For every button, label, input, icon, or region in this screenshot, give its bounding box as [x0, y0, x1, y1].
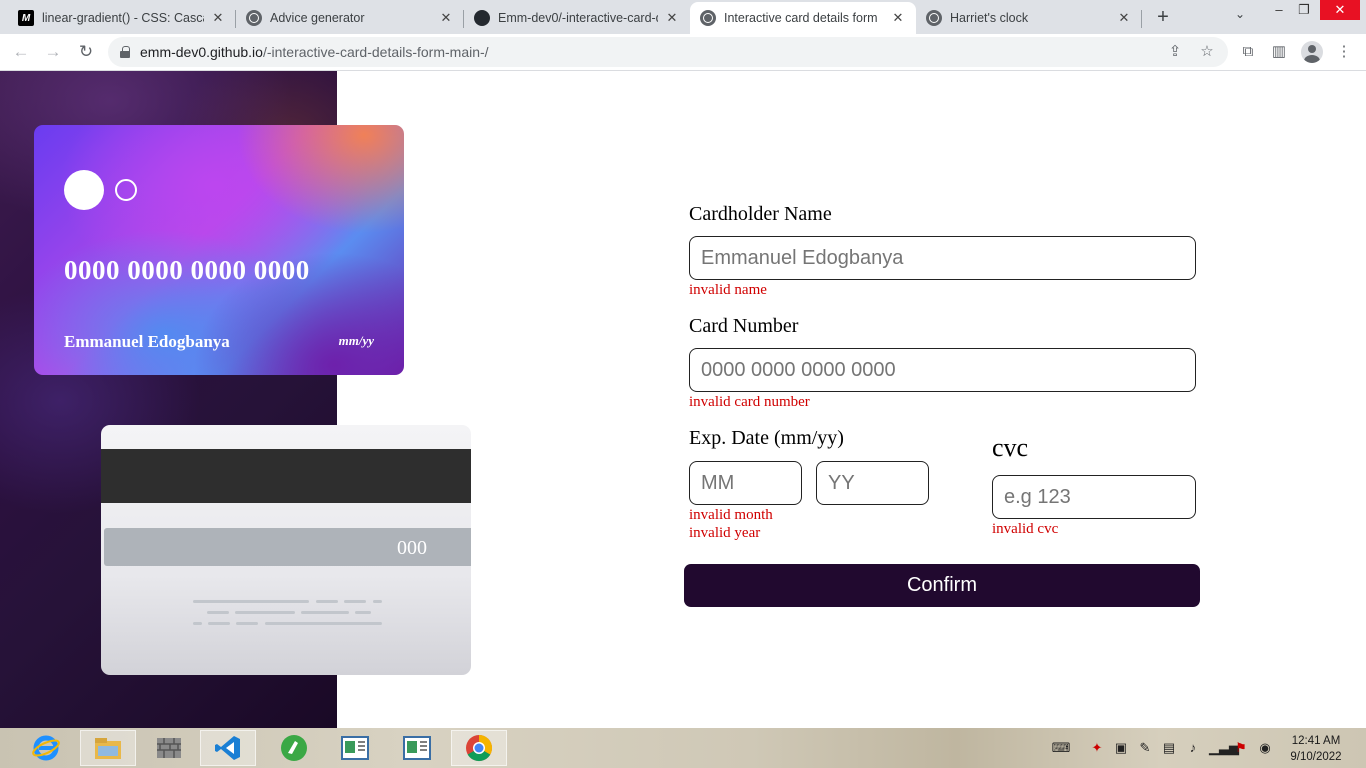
card-back-decoration-line: [193, 600, 383, 603]
tray-app-icon[interactable]: ▣: [1113, 740, 1129, 756]
tab-harriets-clock[interactable]: Harriet's clock ✕: [916, 2, 1142, 34]
side-panel-icon[interactable]: ▥: [1268, 41, 1290, 63]
globe-icon: [926, 10, 942, 26]
card-number-input[interactable]: 0000 0000 0000 0000: [689, 348, 1196, 392]
browser-tab-strip: M linear-gradient() - CSS: Cascading ✕ A…: [0, 0, 1366, 34]
address-bar[interactable]: emm-dev0.github.io/-interactive-card-det…: [108, 37, 1228, 67]
clock-time: 12:41 AM: [1291, 735, 1341, 747]
tab-separator: [1141, 10, 1142, 28]
exp-month-error: invalid month: [689, 507, 773, 523]
tab-github-repo[interactable]: Emm-dev0/-interactive-card-details ✕: [464, 2, 690, 34]
network-icon[interactable]: ▤: [1161, 740, 1177, 756]
back-arrow-icon[interactable]: ←: [9, 40, 33, 64]
profile-avatar-icon[interactable]: [1301, 41, 1323, 63]
card-back: 000: [101, 425, 471, 675]
confirm-button[interactable]: Confirm: [684, 564, 1200, 607]
close-tab-icon[interactable]: ✕: [890, 10, 906, 26]
cvc-input[interactable]: e.g 123: [992, 475, 1196, 519]
cardholder-name-input[interactable]: Emmanuel Edogbanya: [689, 236, 1196, 280]
close-window-icon[interactable]: ✕: [1320, 0, 1360, 20]
exp-month-input[interactable]: MM: [689, 461, 802, 505]
magnetic-stripe: [101, 449, 471, 503]
tab-interactive-card-form[interactable]: Interactive card details form ✕: [690, 2, 916, 34]
card-logo-outline-circle-icon: [115, 179, 137, 201]
exp-year-input[interactable]: YY: [816, 461, 929, 505]
globe-icon: [246, 10, 262, 26]
cardholder-name-error: invalid name: [689, 282, 767, 298]
volume-icon[interactable]: ♪: [1185, 740, 1201, 756]
internet-explorer-icon[interactable]: [18, 730, 74, 766]
tab-title: Harriet's clock: [950, 11, 1029, 25]
card-back-cvc: 000: [397, 537, 427, 559]
forward-arrow-icon[interactable]: →: [41, 40, 65, 64]
lock-icon[interactable]: [120, 46, 130, 58]
github-icon: [474, 10, 490, 26]
tab-advice-generator[interactable]: Advice generator ✕: [236, 2, 464, 34]
browser-toolbar: ← → ↻ emm-dev0.github.io/-interactive-ca…: [0, 34, 1366, 71]
firewall-app-icon[interactable]: [141, 730, 197, 766]
card-front: 0000 0000 0000 0000 Emmanuel Edogbanya m…: [34, 125, 404, 375]
signal-bars-icon[interactable]: ▁▃▅: [1209, 740, 1239, 756]
exp-year-error: invalid year: [689, 525, 761, 541]
document-viewer-icon[interactable]: [389, 730, 445, 766]
cvc-error: invalid cvc: [992, 521, 1059, 537]
card-front-name: Emmanuel Edogbanya: [64, 332, 230, 351]
close-tab-icon[interactable]: ✕: [1116, 10, 1132, 26]
close-tab-icon[interactable]: ✕: [664, 10, 680, 26]
mdn-icon: M: [18, 10, 34, 26]
clock-date: 9/10/2022: [1290, 751, 1342, 763]
url-path: /-interactive-card-details-form-main-/: [262, 44, 489, 60]
vscode-icon[interactable]: [200, 730, 256, 766]
card-logo-filled-circle-icon: [64, 170, 104, 210]
card-front-number: 0000 0000 0000 0000: [64, 255, 310, 285]
system-clock[interactable]: 12:41 AM 9/10/2022: [1286, 733, 1346, 765]
reload-icon[interactable]: ↻: [74, 40, 98, 64]
card-back-decoration-line: [207, 611, 377, 614]
tab-title: Advice generator: [270, 11, 365, 25]
tray-shield-icon[interactable]: ◉: [1257, 740, 1273, 756]
close-tab-icon[interactable]: ✕: [210, 10, 226, 26]
bookmark-star-icon[interactable]: ☆: [1196, 41, 1218, 63]
windows-taskbar: ⌨ ✦ ▣ ✎ ▤ ♪ ▁▃▅ ⚑ ◉ 12:41 AM 9/10/2022: [0, 728, 1366, 768]
extensions-puzzle-icon[interactable]: ⧉: [1237, 41, 1259, 63]
globe-icon: [700, 10, 716, 26]
tab-title: Interactive card details form: [724, 11, 878, 25]
tab-title: Emm-dev0/-interactive-card-details: [498, 11, 658, 25]
close-tab-icon[interactable]: ✕: [438, 10, 454, 26]
card-number-error: invalid card number: [689, 394, 810, 410]
green-app-icon[interactable]: [266, 730, 322, 766]
document-viewer-icon[interactable]: [327, 730, 383, 766]
url-host: emm-dev0.github.io: [140, 44, 263, 60]
new-tab-plus-icon[interactable]: +: [1151, 5, 1175, 29]
card-back-decoration-line: [193, 622, 383, 625]
share-icon[interactable]: ⇪: [1164, 41, 1186, 63]
tab-mdn-linear-gradient[interactable]: M linear-gradient() - CSS: Cascading ✕: [8, 2, 236, 34]
acrobat-icon[interactable]: ✦: [1089, 740, 1105, 756]
cardholder-name-label: Cardholder Name: [689, 203, 832, 225]
page-content: 0000 0000 0000 0000 Emmanuel Edogbanya m…: [0, 71, 1366, 728]
tray-tool-icon[interactable]: ✎: [1137, 740, 1153, 756]
signature-band: 000: [104, 528, 471, 566]
exp-date-label: Exp. Date (mm/yy): [689, 427, 844, 449]
more-menu-icon[interactable]: ⋮: [1333, 41, 1355, 63]
cvc-label: cvc: [992, 433, 1029, 462]
file-explorer-icon[interactable]: [80, 730, 136, 766]
keyboard-icon[interactable]: ⌨: [1046, 740, 1076, 756]
flag-alert-icon[interactable]: ⚑: [1233, 740, 1249, 756]
restore-window-icon[interactable]: ❐: [1289, 0, 1319, 22]
card-number-label: Card Number: [689, 315, 799, 337]
tab-title: linear-gradient() - CSS: Cascading: [42, 11, 204, 25]
tab-search-chevron-icon[interactable]: ⌄: [1230, 7, 1250, 27]
chrome-icon[interactable]: [451, 730, 507, 766]
card-front-expiry: mm/yy: [338, 333, 374, 348]
